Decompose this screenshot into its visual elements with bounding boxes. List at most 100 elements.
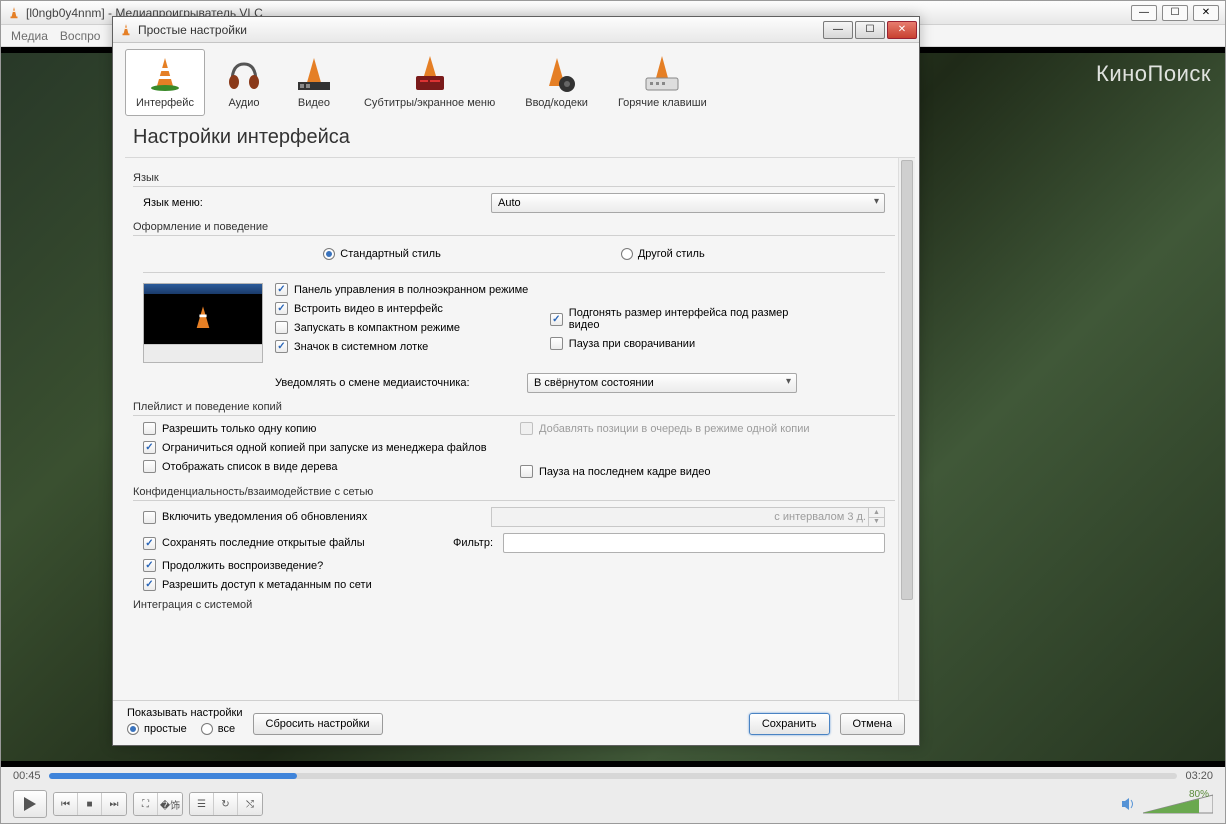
- checkbox-recent-files[interactable]: ✓Сохранять последние открытые файлы: [143, 537, 443, 550]
- notify-label: Уведомлять о смене медиаисточника:: [275, 377, 515, 389]
- checkbox-pause-lastframe[interactable]: Пауза на последнем кадре видео: [520, 465, 885, 478]
- headphones-icon: [224, 54, 264, 94]
- cancel-button[interactable]: Отмена: [840, 713, 905, 735]
- settings-scroll: Язык Язык меню: Auto Оформление и поведе…: [125, 157, 915, 700]
- show-settings-label: Показывать настройки: [127, 707, 243, 719]
- codec-icon: [537, 54, 577, 94]
- skin-preview: [143, 283, 263, 363]
- reset-button[interactable]: Сбросить настройки: [253, 713, 383, 735]
- scroll-thumb[interactable]: [901, 160, 913, 600]
- tab-label: Видео: [298, 97, 330, 109]
- speaker-icon[interactable]: [1121, 796, 1137, 812]
- radio-icon: [323, 248, 335, 260]
- fullscreen-button[interactable]: ⛶: [134, 793, 158, 815]
- update-interval-spinbox: с интервалом 3 д. ▲▼: [491, 507, 885, 527]
- save-button[interactable]: Сохранить: [749, 713, 830, 735]
- page-heading: Настройки интерфейса: [113, 116, 919, 157]
- dialog-close-button[interactable]: ✕: [887, 21, 917, 39]
- preferences-dialog: Простые настройки — ☐ ✕ Интерфейс Аудио …: [112, 16, 920, 746]
- checkbox-one-from-fm[interactable]: ✓Ограничиться одной копией при запуске и…: [143, 441, 508, 454]
- tab-label: Горячие клавиши: [618, 97, 707, 109]
- film-icon: [294, 54, 334, 94]
- checkbox-minimal-view[interactable]: Запускать в компактном режиме: [275, 321, 538, 334]
- tab-label: Интерфейс: [136, 97, 194, 109]
- close-button[interactable]: ✕: [1193, 5, 1219, 21]
- dialog-maximize-button[interactable]: ☐: [855, 21, 885, 39]
- watermark-text: КиноПоиск: [1096, 61, 1211, 87]
- subtitles-icon: [410, 54, 450, 94]
- checkbox-metadata-net[interactable]: ✓Разрешить доступ к метаданным по сети: [143, 578, 885, 591]
- menu-language-select[interactable]: Auto: [491, 193, 885, 213]
- dialog-minimize-button[interactable]: —: [823, 21, 853, 39]
- section-look: Оформление и поведение: [133, 221, 895, 236]
- category-tabs: Интерфейс Аудио Видео Субтитры/экранное …: [113, 43, 919, 116]
- nav-group: ⏮ ■ ⏭: [53, 792, 127, 816]
- checkbox-fs-controls[interactable]: ✓Панель управления в полноэкранном режим…: [275, 283, 538, 296]
- notify-select[interactable]: В свёрнутом состоянии: [527, 373, 797, 393]
- checkbox-updates[interactable]: Включить уведомления об обновлениях: [143, 511, 483, 524]
- radio-custom-style[interactable]: Другой стиль: [621, 248, 705, 260]
- maximize-button[interactable]: ☐: [1162, 5, 1188, 21]
- stop-button[interactable]: ■: [78, 793, 102, 815]
- vlc-icon: [7, 6, 21, 20]
- section-system: Интеграция с системой: [133, 599, 895, 613]
- menu-playback[interactable]: Воспро: [60, 29, 101, 43]
- checkbox-resume-playback[interactable]: ✓Продолжить воспроизведение?: [143, 559, 885, 572]
- tab-interface[interactable]: Интерфейс: [125, 49, 205, 116]
- tab-input-codecs[interactable]: Ввод/кодеки: [514, 49, 599, 116]
- cone-icon: [185, 301, 221, 337]
- time-total[interactable]: 03:20: [1185, 770, 1213, 782]
- tab-subtitles[interactable]: Субтитры/экранное меню: [353, 49, 506, 116]
- tab-label: Аудио: [228, 97, 259, 109]
- play-icon: [24, 797, 36, 811]
- prev-button[interactable]: ⏮: [54, 793, 78, 815]
- scrollbar[interactable]: [898, 158, 915, 700]
- filter-label: Фильтр:: [453, 537, 493, 549]
- checkbox-one-instance[interactable]: Разрешить только одну копию: [143, 422, 508, 435]
- section-language: Язык: [133, 172, 895, 187]
- main-window-controls: — ☐ ✕: [1131, 5, 1219, 21]
- keyboard-icon: [642, 54, 682, 94]
- section-privacy: Конфиденциальность/взаимодействие с сеть…: [133, 486, 895, 501]
- filter-input[interactable]: [503, 533, 885, 553]
- checkbox-resize-interface[interactable]: ✓Подгонять размер интерфейса под размер …: [550, 307, 813, 331]
- play-button[interactable]: [13, 790, 47, 818]
- checkbox-embed-video[interactable]: ✓Встроить видео в интерфейс: [275, 302, 538, 315]
- seekbar-row: 00:45 03:20: [1, 767, 1225, 785]
- menu-language-label: Язык меню:: [143, 197, 483, 209]
- controls-row: ⏮ ■ ⏭ ⛶ �饰 ☰ ↻ ⤭ 80%: [1, 785, 1225, 823]
- seek-slider[interactable]: [49, 773, 1178, 779]
- checkbox-enqueue: Добавлять позиции в очередь в режиме одн…: [520, 422, 885, 435]
- playlist-button[interactable]: ☰: [190, 793, 214, 815]
- dialog-title: Простые настройки: [138, 23, 823, 37]
- checkbox-tree-view[interactable]: Отображать список в виде дерева: [143, 460, 508, 473]
- vlc-icon: [119, 23, 133, 37]
- tab-audio[interactable]: Аудио: [213, 49, 275, 116]
- next-button[interactable]: ⏭: [102, 793, 126, 815]
- volume-slider[interactable]: 80%: [1143, 793, 1213, 815]
- section-playlist: Плейлист и поведение копий: [133, 401, 895, 416]
- radio-simple[interactable]: простые: [127, 723, 187, 735]
- radio-all[interactable]: все: [201, 723, 235, 735]
- tab-video[interactable]: Видео: [283, 49, 345, 116]
- volume-area: 80%: [1121, 793, 1213, 815]
- time-elapsed[interactable]: 00:45: [13, 770, 41, 782]
- volume-text: 80%: [1189, 789, 1209, 800]
- minimize-button[interactable]: —: [1131, 5, 1157, 21]
- radio-icon: [621, 248, 633, 260]
- menu-media[interactable]: Медиа: [11, 29, 48, 43]
- checkbox-systray[interactable]: ✓Значок в системном лотке: [275, 340, 538, 353]
- tab-label: Субтитры/экранное меню: [364, 97, 495, 109]
- radio-native-style[interactable]: Стандартный стиль: [323, 248, 441, 260]
- ext-settings-button[interactable]: �饰: [158, 793, 182, 815]
- dialog-titlebar: Простые настройки — ☐ ✕: [113, 17, 919, 43]
- playlist-group: ☰ ↻ ⤭: [189, 792, 263, 816]
- view-group: ⛶ �饰: [133, 792, 183, 816]
- loop-button[interactable]: ↻: [214, 793, 238, 815]
- shuffle-button[interactable]: ⤭: [238, 793, 262, 815]
- style-radio-row: Стандартный стиль Другой стиль: [143, 240, 885, 273]
- spinner-icon: ▲▼: [868, 508, 884, 526]
- checkbox-pause-minimize[interactable]: Пауза при сворачивании: [550, 337, 813, 350]
- tab-hotkeys[interactable]: Горячие клавиши: [607, 49, 718, 116]
- dialog-footer: Показывать настройки простые все Сбросит…: [113, 700, 919, 745]
